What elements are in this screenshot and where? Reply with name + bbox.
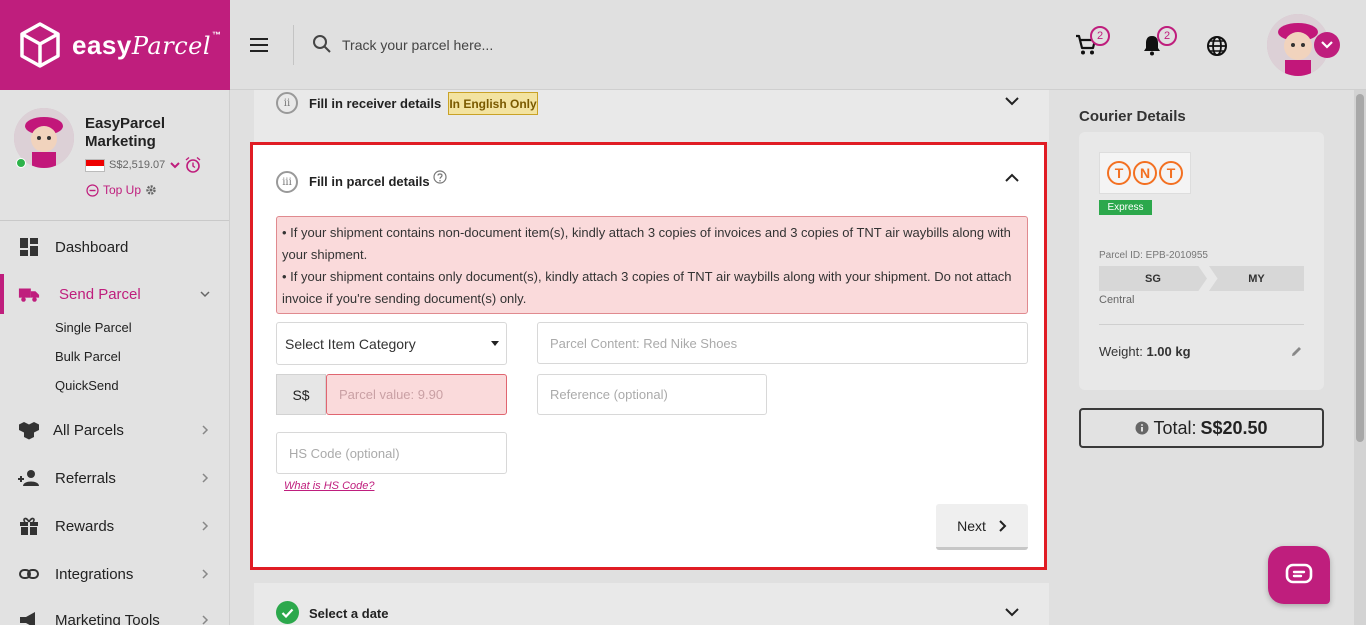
sidebar-item-rewards[interactable]: Rewards <box>0 506 230 546</box>
parcel-content-input[interactable] <box>537 322 1028 364</box>
total-price-box: Total: S$20.50 <box>1079 408 1324 448</box>
sidebar-item-marketing-tools[interactable]: Marketing Tools <box>0 600 230 625</box>
chevron-right-icon <box>202 473 209 483</box>
sidebar-subitem-single-parcel[interactable]: Single Parcel <box>55 320 132 335</box>
notification-count-badge: 2 <box>1157 26 1177 46</box>
sidebar-subitem-quicksend[interactable]: QuickSend <box>55 378 119 393</box>
info-icon <box>1135 421 1149 435</box>
language-button[interactable] <box>1206 35 1228 60</box>
expand-chevron-down-icon[interactable] <box>1005 607 1019 617</box>
profile-panel: EasyParcel Marketing S$2,519.07 Top Up <box>0 90 229 221</box>
chevron-down-icon <box>200 291 210 298</box>
chat-bubble-icon <box>1285 563 1313 584</box>
tnt-courier-logo: TNT <box>1099 152 1191 194</box>
sidebar-item-send-parcel[interactable]: Send Parcel <box>0 274 230 314</box>
chevron-right-icon <box>202 521 209 531</box>
parcel-value-input[interactable] <box>326 374 507 415</box>
gear-icon[interactable] <box>145 184 157 196</box>
track-parcel-search-input[interactable] <box>342 30 842 60</box>
route-indicator: SG MY <box>1099 266 1304 291</box>
help-question-icon[interactable] <box>433 170 447 184</box>
user-menu-dropdown-button[interactable] <box>1314 32 1340 58</box>
date-step-title: Select a date <box>309 606 389 621</box>
sidebar-item-all-parcels[interactable]: All Parcels <box>0 410 230 450</box>
chevron-right-icon <box>202 425 209 435</box>
edit-pencil-icon[interactable] <box>1290 345 1303 358</box>
megaphone-icon <box>20 612 35 625</box>
globe-icon <box>1207 36 1227 56</box>
cart-button[interactable]: 2 <box>1075 26 1110 59</box>
box-logo-icon <box>20 22 60 68</box>
currency-label: S$ <box>276 374 326 415</box>
expand-chevron-down-icon[interactable] <box>1005 96 1019 106</box>
route-destination: MY <box>1209 266 1304 291</box>
divider <box>1099 324 1304 325</box>
sidebar-subitem-bulk-parcel[interactable]: Bulk Parcel <box>55 349 121 364</box>
alarm-clock-icon[interactable] <box>184 156 202 174</box>
wallet-balance: S$2,519.07 <box>109 159 166 171</box>
pickup-region: Central <box>1099 294 1135 306</box>
route-origin: SG <box>1099 266 1207 291</box>
notifications-button[interactable]: 2 <box>1142 26 1177 59</box>
brand-logo[interactable]: easyParcel™ <box>0 0 230 90</box>
hs-code-input[interactable] <box>276 432 507 474</box>
gift-icon <box>20 517 38 535</box>
english-only-badge: In English Only <box>448 92 538 115</box>
item-category-select[interactable]: Select Item Category <box>276 322 507 365</box>
online-status-dot <box>16 158 26 168</box>
chevron-down-icon[interactable] <box>169 159 181 171</box>
notice-line: • If your shipment contains non-document… <box>282 225 1011 262</box>
receiver-step-title: Fill in receiver details <box>309 96 442 111</box>
boxes-icon <box>19 422 39 440</box>
notice-line: • If your shipment contains only documen… <box>282 269 1012 306</box>
dashboard-icon <box>20 238 38 256</box>
sidebar-item-dashboard[interactable]: Dashboard <box>0 227 230 267</box>
hamburger-menu-icon[interactable] <box>250 34 274 56</box>
live-chat-button[interactable] <box>1268 546 1330 604</box>
divider <box>293 25 294 65</box>
top-bar: 2 2 <box>230 0 1366 90</box>
brand-wordmark: easyParcel™ <box>72 29 222 60</box>
step-number-badge: ii <box>276 92 298 114</box>
caret-down-icon <box>491 341 499 346</box>
delivery-truck-icon <box>18 288 40 302</box>
next-button[interactable]: Next <box>936 504 1028 550</box>
parcel-weight: Weight: 1.00 kg <box>1099 344 1191 359</box>
singapore-flag-icon <box>85 159 105 172</box>
shipment-notice-alert: • If your shipment contains non-document… <box>276 216 1028 314</box>
step-number-badge: iii <box>276 171 298 193</box>
sidebar-item-referrals[interactable]: Referrals <box>0 458 230 498</box>
cart-count-badge: 2 <box>1090 26 1110 46</box>
add-user-icon <box>18 470 39 486</box>
top-up-link[interactable]: Top Up <box>86 183 157 197</box>
chevron-right-icon <box>202 569 209 579</box>
sidebar-item-integrations[interactable]: Integrations <box>0 554 230 594</box>
scrollbar-thumb[interactable] <box>1356 94 1364 442</box>
chevron-right-icon <box>202 615 209 625</box>
parcel-id: Parcel ID: EPB-2010955 <box>1099 250 1208 261</box>
courier-details-heading: Courier Details <box>1079 108 1186 125</box>
what-is-hs-code-link[interactable]: What is HS Code? <box>284 480 374 492</box>
profile-name: EasyParcel Marketing <box>85 115 166 150</box>
add-circle-icon <box>86 183 99 197</box>
chevron-down-icon <box>1321 41 1333 49</box>
check-circle-icon <box>276 601 299 624</box>
chevron-right-icon <box>999 519 1007 532</box>
search-icon <box>313 35 331 53</box>
link-icon <box>19 569 39 579</box>
service-type-badge: Express <box>1099 200 1152 215</box>
parcel-step-title: Fill in parcel details <box>309 174 430 189</box>
collapse-chevron-up-icon[interactable] <box>1005 173 1019 183</box>
reference-input[interactable] <box>537 374 767 415</box>
